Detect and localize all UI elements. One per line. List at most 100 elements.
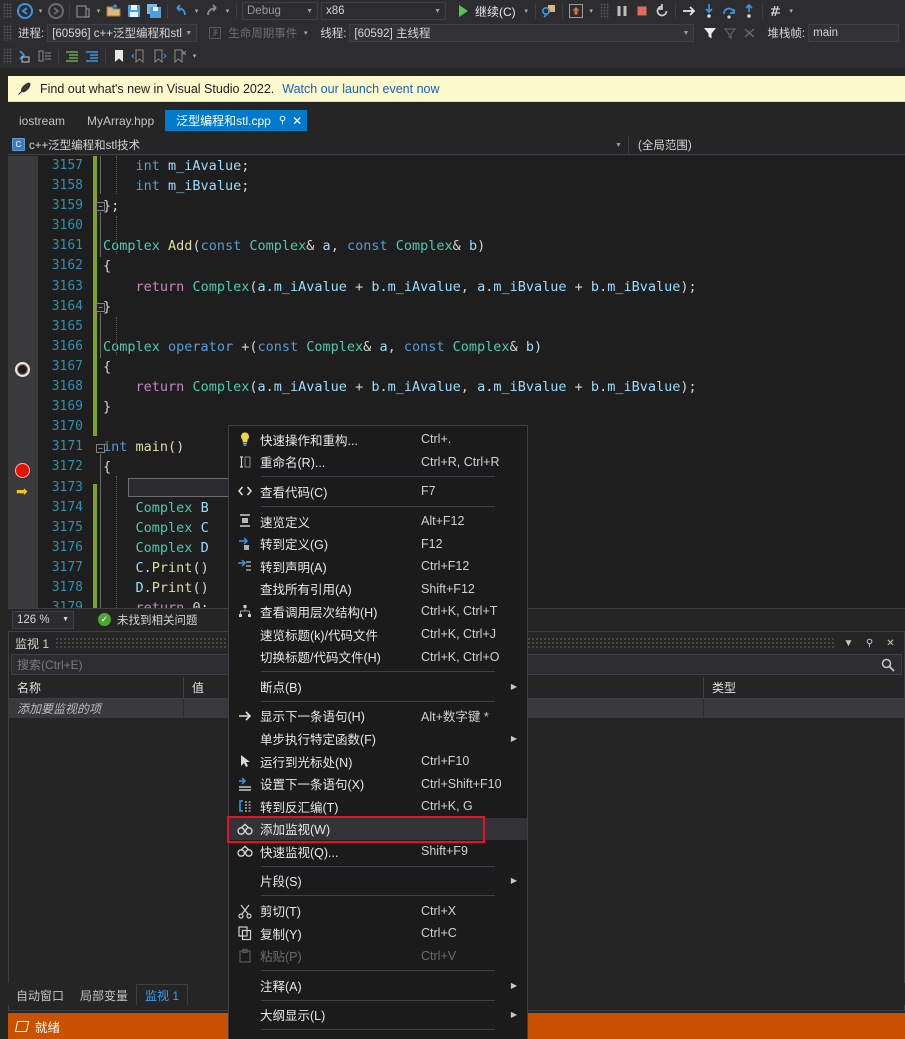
redo-dropdown[interactable]: ▾ (222, 7, 233, 15)
navigate-backward-icon[interactable] (15, 1, 35, 21)
menu-item-rescan[interactable]: 重新扫描(R) ▶ (229, 1033, 527, 1039)
menu-item-toggle-header-code-file[interactable]: 切换标题/代码文件(H) Ctrl+K, Ctrl+O (229, 645, 527, 668)
hot-reload-dropdown[interactable]: ▾ (586, 7, 597, 15)
toolbar-gripper[interactable] (3, 25, 12, 41)
menu-item-find-all-references[interactable]: 查找所有引用(A) Shift+F12 (229, 578, 527, 601)
watch-cell-type[interactable] (704, 699, 854, 718)
scope-dropdown[interactable]: (全局范围) (638, 135, 692, 155)
show-next-statement-icon[interactable] (679, 1, 699, 21)
comment-selection-icon[interactable] (15, 46, 35, 66)
menu-item-view-call-hierarchy[interactable]: 查看调用层次结构(H) Ctrl+K, Ctrl+T (229, 600, 527, 623)
project-dropdown-caret[interactable]: ▼ (615, 135, 622, 155)
tab-stl-cpp[interactable]: 泛型编程和stl.cpp ⚲ ✕ (165, 110, 308, 131)
menu-item-breakpoint[interactable]: 断点(B) ▶ (229, 675, 527, 698)
increase-indent-icon[interactable] (62, 46, 82, 66)
menu-item-step-into-specific[interactable]: 单步执行特定函数(F) ▶ (229, 727, 527, 750)
toggle-bookmark-icon[interactable] (109, 46, 129, 66)
tab-iostream[interactable]: iostream (8, 110, 76, 131)
start-debug-icon[interactable] (456, 1, 470, 21)
navigate-backward-dropdown[interactable]: ▾ (35, 7, 46, 15)
menu-item-add-watch[interactable]: 添加监视(W) (227, 815, 527, 843)
toolbar-gripper[interactable] (3, 3, 12, 19)
step-out-icon[interactable] (739, 1, 759, 21)
prev-bookmark-icon[interactable] (129, 46, 149, 66)
menu-item-view-code[interactable]: 查看代码(C) F7 (229, 480, 527, 503)
pin-icon[interactable]: ⚲ (862, 635, 877, 651)
threads-icon[interactable] (766, 1, 786, 21)
menu-item-peek-definition[interactable]: 速览定义 Alt+F12 (229, 510, 527, 533)
toolbar-overflow[interactable]: ▾ (189, 52, 200, 60)
watch-cell-name[interactable]: 添加要监视的项 (9, 699, 184, 718)
chevron-down-icon[interactable]: ▼ (841, 635, 856, 651)
step-into-icon[interactable] (699, 1, 719, 21)
continue-button-label[interactable]: 继续(C) (470, 3, 521, 20)
menu-item-goto-declaration[interactable]: 转到声明(A) Ctrl+F12 (229, 555, 527, 578)
save-all-icon[interactable] (144, 1, 164, 21)
menu-item-quick-watch[interactable]: 快速监视(Q)... Shift+F9 (229, 840, 527, 863)
pin-icon[interactable]: ⚲ (279, 115, 286, 126)
menu-item-copy[interactable]: 复制(Y) Ctrl+C (229, 922, 527, 945)
platform-combo[interactable]: x86 ▼ (321, 2, 446, 20)
attach-process-icon[interactable] (539, 1, 559, 21)
decrease-indent-icon[interactable] (82, 46, 102, 66)
breakpoint-disabled[interactable] (15, 362, 30, 377)
configuration-combo[interactable]: Debug ▼ (242, 2, 318, 20)
stackframe-combo[interactable]: main (808, 24, 899, 42)
menu-item-goto-disassembly[interactable]: 转到反汇编(T) Ctrl+K, G (229, 795, 527, 818)
zoom-level-combo[interactable]: 126 % ▼ (12, 610, 74, 629)
tab-autos[interactable]: 自动窗口 (8, 985, 72, 1005)
magnifier-icon[interactable] (880, 657, 896, 673)
step-over-icon[interactable] (719, 1, 739, 21)
collapse-toggle[interactable]: − (96, 303, 105, 312)
flag-threads-icon[interactable] (740, 23, 760, 43)
editor-context-menu[interactable]: 快速操作和重构... Ctrl+. 重命名(R)... Ctrl+R, Ctrl… (227, 425, 528, 1039)
collapse-toggle[interactable]: − (96, 444, 105, 453)
column-header-name[interactable]: 名称 (9, 676, 184, 699)
toolbar-gripper[interactable] (599, 3, 609, 19)
thread-combo[interactable]: [60592] 主线程 ▼ (349, 24, 695, 42)
new-project-dropdown[interactable]: ▾ (93, 7, 104, 15)
new-project-icon[interactable] (73, 1, 93, 21)
break-all-icon[interactable] (612, 1, 632, 21)
menu-item-outlining[interactable]: 大纲显示(L) ▶ (229, 1004, 527, 1027)
hot-reload-icon[interactable] (566, 1, 586, 21)
tab-locals[interactable]: 局部变量 (72, 985, 136, 1005)
save-icon[interactable] (124, 1, 144, 21)
redo-icon[interactable] (202, 1, 222, 21)
clear-bookmarks-icon[interactable] (169, 46, 189, 66)
filter-threads-icon[interactable] (700, 23, 720, 43)
continue-dropdown[interactable]: ▾ (521, 7, 532, 15)
toolbar-overflow[interactable]: ▾ (786, 7, 797, 15)
clear-filter-icon[interactable] (720, 23, 740, 43)
close-icon[interactable]: ✕ (292, 114, 302, 128)
breakpoint-enabled[interactable] (15, 463, 30, 478)
undo-dropdown[interactable]: ▾ (191, 7, 202, 15)
menu-item-goto-definition[interactable]: 转到定义(G) F12 (229, 532, 527, 555)
menu-item-rename[interactable]: 重命名(R)... Ctrl+R, Ctrl+R (229, 451, 527, 474)
uncomment-selection-icon[interactable] (35, 46, 55, 66)
menu-item-set-next-statement[interactable]: 设置下一条语句(X) Ctrl+Shift+F10 (229, 772, 527, 795)
lifecycle-dropdown[interactable]: ▾ (300, 29, 311, 37)
notification-link[interactable]: Watch our launch event now (282, 82, 439, 96)
toolbar-gripper[interactable] (3, 48, 12, 64)
undo-icon[interactable] (171, 1, 191, 21)
menu-item-quick-actions[interactable]: 快速操作和重构... Ctrl+. (229, 428, 527, 451)
open-file-icon[interactable] (104, 1, 124, 21)
close-icon[interactable]: ✕ (883, 635, 898, 651)
menu-item-show-next-statement[interactable]: 显示下一条语句(H) Alt+数字键 * (229, 705, 527, 728)
navigate-forward-icon[interactable] (46, 1, 66, 21)
next-bookmark-icon[interactable] (149, 46, 169, 66)
glyph-margin[interactable]: ➡ (8, 156, 38, 608)
menu-item-comment[interactable]: 注释(A) ▶ (229, 974, 527, 997)
project-dropdown[interactable]: C c++泛型编程和stl技术 (8, 135, 905, 155)
tab-myarray-hpp[interactable]: MyArray.hpp (76, 110, 165, 131)
menu-item-cut[interactable]: 剪切(T) Ctrl+X (229, 899, 527, 922)
menu-item-run-to-cursor[interactable]: 运行到光标处(N) Ctrl+F10 (229, 750, 527, 773)
collapse-toggle[interactable]: − (96, 202, 105, 211)
menu-item-peek-header-code-file[interactable]: 速览标题(k)/代码文件 Ctrl+K, Ctrl+J (229, 623, 527, 646)
stop-debugging-icon[interactable] (632, 1, 652, 21)
menu-item-snippet[interactable]: 片段(S) ▶ (229, 870, 527, 893)
process-combo[interactable]: [60596] c++泛型编程和stl技术.e: ▼ (47, 24, 198, 42)
column-header-type[interactable]: 类型 (704, 677, 854, 699)
restart-icon[interactable] (652, 1, 672, 21)
